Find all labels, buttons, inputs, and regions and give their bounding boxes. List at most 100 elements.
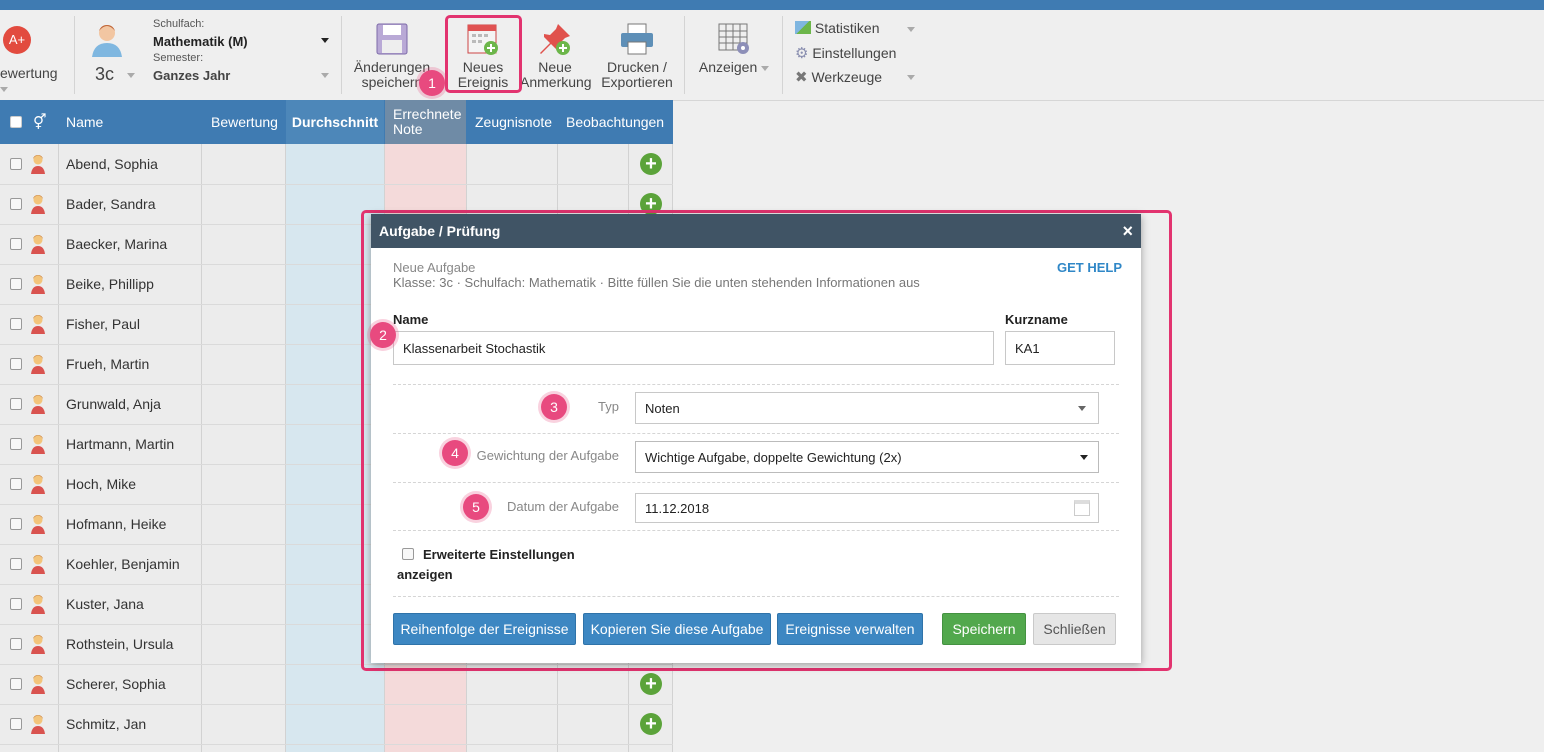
student-icon <box>29 194 47 214</box>
divider <box>393 596 1119 597</box>
row-checkbox[interactable] <box>10 398 22 410</box>
date-field[interactable]: 11.12.2018 <box>635 493 1099 523</box>
student-name[interactable]: Schmitz, Jan <box>66 716 146 732</box>
student-icon <box>29 714 47 734</box>
step-badge-1: 1 <box>419 70 445 96</box>
student-icon <box>29 154 47 174</box>
student-name[interactable]: Baecker, Marina <box>66 236 167 252</box>
separator <box>341 16 342 94</box>
advanced-settings-checkbox[interactable] <box>402 548 414 560</box>
subject-caption: Schulfach: <box>153 18 205 30</box>
new-note-button[interactable]: Neue Anmerkung <box>520 22 592 90</box>
grid-header: ⚥ Name Bewertung Durchschnitt Errechnete… <box>0 100 673 144</box>
manage-events-button[interactable]: Ereignisse verwalten <box>777 613 923 645</box>
row-checkbox[interactable] <box>10 438 22 450</box>
task-dialog: Aufgabe / Prüfung × Neue Aufgabe Klasse:… <box>371 214 1141 663</box>
add-observation-icon[interactable]: + <box>640 713 662 735</box>
row-checkbox[interactable] <box>10 638 22 650</box>
print-export-button[interactable]: Drucken / Exportieren <box>600 22 674 90</box>
row-checkbox[interactable] <box>10 318 22 330</box>
close-icon[interactable]: × <box>1122 214 1133 248</box>
student-name[interactable]: Scherer, Sophia <box>66 676 166 692</box>
student-icon <box>29 594 47 614</box>
advanced-settings-label-1[interactable]: Erweiterte Einstellungen <box>423 547 575 562</box>
row-checkbox[interactable] <box>10 678 22 690</box>
dialog-header: Aufgabe / Prüfung × <box>371 214 1141 248</box>
row-checkbox[interactable] <box>10 598 22 610</box>
student-icon <box>29 674 47 694</box>
student-name[interactable]: Grunwald, Anja <box>66 396 161 412</box>
student-name[interactable]: Kuster, Jana <box>66 596 144 612</box>
name-field[interactable]: Klassenarbeit Stochastik <box>393 331 994 365</box>
header-rating[interactable]: Bewertung <box>211 100 278 144</box>
student-name[interactable]: Bader, Sandra <box>66 196 156 212</box>
chart-icon <box>795 21 811 34</box>
grade-menu[interactable]: ewertung <box>0 66 64 96</box>
tools-menu[interactable]: ✖ Werkzeuge <box>795 68 915 86</box>
separator <box>74 16 75 94</box>
student-icon <box>29 474 47 494</box>
student-name[interactable]: Hartmann, Martin <box>66 436 174 452</box>
dialog-info: Klasse: 3c · Schulfach: Mathematik · Bit… <box>393 275 920 290</box>
toolbar: A+ ewertung 3c Schulfach: Mathematik (M)… <box>0 10 1544 101</box>
subject-select[interactable]: Mathematik (M) <box>153 34 331 49</box>
table-row[interactable]: Schmitz, Jan + <box>0 704 673 745</box>
view-menu-button[interactable]: Anzeigen <box>694 22 774 75</box>
student-name[interactable]: Hofmann, Heike <box>66 516 166 532</box>
student-name[interactable]: Abend, Sophia <box>66 156 158 172</box>
header-calculated[interactable]: Errechnete Note <box>385 100 466 144</box>
class-select[interactable]: 3c <box>95 64 136 85</box>
student-name[interactable]: Hoch, Mike <box>66 476 136 492</box>
step-badge-5: 5 <box>463 494 489 520</box>
statistics-menu[interactable]: Statistiken <box>795 20 915 38</box>
student-name[interactable]: Koehler, Benjamin <box>66 556 180 572</box>
header-average[interactable]: Durchschnitt <box>286 100 384 144</box>
header-report-grade[interactable]: Zeugnisnote <box>475 100 552 144</box>
step-badge-3: 3 <box>541 394 567 420</box>
get-help-link[interactable]: GET HELP <box>1057 260 1122 275</box>
row-checkbox[interactable] <box>10 718 22 730</box>
select-all-checkbox[interactable] <box>10 100 22 144</box>
student-name[interactable]: Frueh, Martin <box>66 356 149 372</box>
student-icon <box>29 234 47 254</box>
add-observation-icon[interactable]: + <box>640 153 662 175</box>
divider <box>393 482 1119 483</box>
row-checkbox[interactable] <box>10 518 22 530</box>
close-button[interactable]: Schließen <box>1033 613 1116 645</box>
grade-icon[interactable]: A+ <box>3 26 31 54</box>
header-observations[interactable]: Beobachtungen <box>566 100 664 144</box>
save-button[interactable]: Speichern <box>942 613 1026 645</box>
copy-task-button[interactable]: Kopieren Sie diese Aufgabe <box>583 613 771 645</box>
row-checkbox[interactable] <box>10 558 22 570</box>
table-row[interactable]: Abend, Sophia + <box>0 144 673 185</box>
step-badge-2: 2 <box>370 322 396 348</box>
pushpin-icon <box>538 22 572 56</box>
row-checkbox[interactable] <box>10 198 22 210</box>
semester-select[interactable]: Ganzes Jahr <box>153 68 331 83</box>
row-checkbox[interactable] <box>10 478 22 490</box>
type-select[interactable]: Noten <box>635 392 1099 424</box>
row-checkbox[interactable] <box>10 278 22 290</box>
gender-icon[interactable]: ⚥ <box>33 100 47 144</box>
advanced-settings-label-2[interactable]: anzeigen <box>397 567 453 582</box>
short-name-label: Kurzname <box>1005 312 1068 327</box>
row-checkbox[interactable] <box>10 238 22 250</box>
divider <box>393 384 1119 385</box>
settings-menu[interactable]: ⚙ Einstellungen <box>795 44 915 62</box>
student-name[interactable]: Rothstein, Ursula <box>66 636 173 652</box>
student-name[interactable]: Fisher, Paul <box>66 316 140 332</box>
short-name-field[interactable]: KA1 <box>1005 331 1115 365</box>
dialog-title: Aufgabe / Prüfung <box>379 223 501 239</box>
add-observation-icon[interactable]: + <box>640 673 662 695</box>
weight-select[interactable]: Wichtige Aufgabe, doppelte Gewichtung (2… <box>635 441 1099 473</box>
student-icon <box>29 554 47 574</box>
top-strip <box>0 0 1544 10</box>
calendar-icon[interactable] <box>1074 500 1090 516</box>
row-checkbox[interactable] <box>10 358 22 370</box>
event-order-button[interactable]: Reihenfolge der Ereignisse <box>393 613 576 645</box>
header-name[interactable]: Name <box>66 100 103 144</box>
grid-settings-icon <box>717 22 751 56</box>
row-checkbox[interactable] <box>10 158 22 170</box>
dialog-subtitle: Neue Aufgabe <box>393 260 476 275</box>
student-name[interactable]: Beike, Phillipp <box>66 276 154 292</box>
